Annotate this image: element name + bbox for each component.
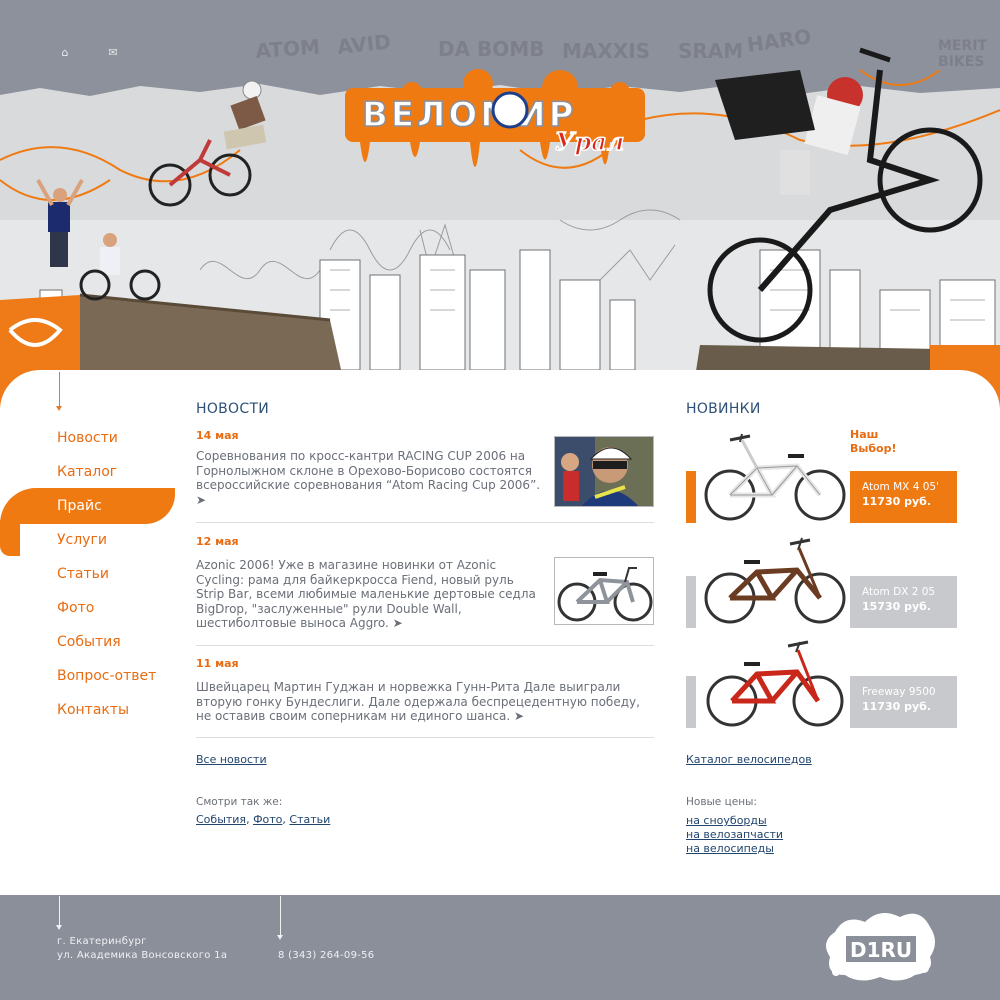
new-prices-label: Новые цены: xyxy=(686,796,757,808)
product-accent-bar xyxy=(686,576,696,628)
product-price: 11730 руб. xyxy=(862,495,932,508)
header-banner: ATOM AVID DA BOMB MAXXIS SRAM HARO MERIT… xyxy=(0,0,1000,410)
product-price-box: Atom DX 2 05 15730 руб. xyxy=(850,576,957,628)
d1ru-badge-text: D1RU xyxy=(850,938,912,962)
news-title: НОВОСТИ xyxy=(196,401,270,417)
nav-item-photo[interactable]: Фото xyxy=(57,597,94,619)
news-thumbnail[interactable] xyxy=(554,557,654,625)
product-name: Freeway 9500 xyxy=(862,686,936,698)
home-icon[interactable]: ⌂ xyxy=(58,46,72,60)
svg-text:ATOM: ATOM xyxy=(255,35,321,63)
bike-image xyxy=(706,640,844,727)
nav-item-events[interactable]: События xyxy=(57,631,121,653)
nav-item-contacts[interactable]: Контакты xyxy=(57,699,129,721)
new-prices-bikes-link[interactable]: на велосипеды xyxy=(686,842,774,855)
svg-text:Урал: Урал xyxy=(555,127,624,156)
product-accent-bar xyxy=(686,676,696,728)
new-prices-parts-link[interactable]: на велозапчасти xyxy=(686,828,783,841)
product-price: 11730 руб. xyxy=(862,700,932,713)
svg-text:BIKES: BIKES xyxy=(938,54,984,70)
product-price-box: Atom MX 4 05' 11730 руб. xyxy=(850,471,957,523)
news-text[interactable]: Azonic 2006! Уже в магазине новинки от A… xyxy=(196,558,541,631)
footer-city: г. Екатеринбург xyxy=(57,936,147,947)
news-separator xyxy=(196,645,654,646)
nav-active-tail xyxy=(0,520,20,556)
svg-text:SRAM: SRAM xyxy=(678,39,743,63)
new-prices-snowboards-link[interactable]: на сноуборды xyxy=(686,814,767,827)
product-card[interactable]: Atom MX 4 05' 11730 руб. xyxy=(686,430,957,523)
news-thumbnail[interactable] xyxy=(554,436,654,507)
see-also-photo-link[interactable]: Фото xyxy=(253,813,282,826)
product-name: Atom MX 4 05' xyxy=(862,481,939,493)
see-also-articles-link[interactable]: Статьи xyxy=(289,813,330,826)
see-also-links: События, Фото, Статьи xyxy=(196,813,331,826)
product-card[interactable]: Freeway 9500 11730 руб. xyxy=(686,636,957,728)
nav-item-catalog[interactable]: Каталог xyxy=(57,461,117,483)
bike-image xyxy=(704,537,846,624)
nav-arrow-line xyxy=(59,372,60,408)
news-text[interactable]: Швейцарец Мартин Гуджан и норвежка Гунн-… xyxy=(196,680,656,724)
nav-item-price[interactable]: Прайс xyxy=(57,495,102,517)
footer-arrow-line xyxy=(280,896,281,936)
news-separator xyxy=(196,737,654,738)
see-also-events-link[interactable]: События xyxy=(196,813,246,826)
footer-phone: 8 (343) 264-09-56 xyxy=(278,950,375,961)
banner-artwork: ATOM AVID DA BOMB MAXXIS SRAM HARO MERIT… xyxy=(0,0,1000,410)
mail-icon[interactable]: ✉ xyxy=(106,46,120,60)
news-date: 12 мая xyxy=(196,535,239,548)
cyclist-photo xyxy=(555,437,653,506)
news-date: 14 мая xyxy=(196,429,239,442)
product-price: 15730 руб. xyxy=(862,600,932,613)
svg-text:ВЕЛОМИР: ВЕЛОМИР xyxy=(362,95,577,135)
footer-arrow-line xyxy=(59,896,60,926)
nav-item-faq[interactable]: Вопрос-ответ xyxy=(57,665,156,687)
nav-arrow-head-icon xyxy=(56,406,62,411)
nav-item-articles[interactable]: Статьи xyxy=(57,563,109,585)
bike-image xyxy=(704,433,846,521)
news-date: 11 мая xyxy=(196,657,239,670)
product-price-box: Freeway 9500 11730 руб. xyxy=(850,676,957,728)
nav-item-services[interactable]: Услуги xyxy=(57,529,107,551)
product-name: Atom DX 2 05 xyxy=(862,586,936,598)
product-accent-bar xyxy=(686,471,696,523)
svg-text:DA BOMB: DA BOMB xyxy=(438,37,544,61)
svg-text:MERIT: MERIT xyxy=(938,38,987,54)
all-news-link[interactable]: Все новости xyxy=(196,753,267,766)
footer-address: ул. Академика Вонсовского 1а xyxy=(57,950,228,961)
footer-arrow-icon xyxy=(56,925,62,930)
bike-catalog-link[interactable]: Каталог велосипедов xyxy=(686,753,812,766)
footer-arrow-icon xyxy=(277,935,283,940)
news-separator xyxy=(196,522,654,523)
products-title: НОВИНКИ xyxy=(686,401,761,417)
nav-item-news[interactable]: Новости xyxy=(57,427,118,449)
see-also-label: Смотри так же: xyxy=(196,796,283,808)
product-card[interactable]: Atom DX 2 05 15730 руб. xyxy=(686,536,957,628)
news-text[interactable]: Соревнования по кросс-кантри RACING CUP … xyxy=(196,449,541,507)
d1ru-badge[interactable]: D1RU xyxy=(820,912,940,982)
svg-text:MAXXIS: MAXXIS xyxy=(562,39,650,63)
bike-photo xyxy=(555,558,653,624)
